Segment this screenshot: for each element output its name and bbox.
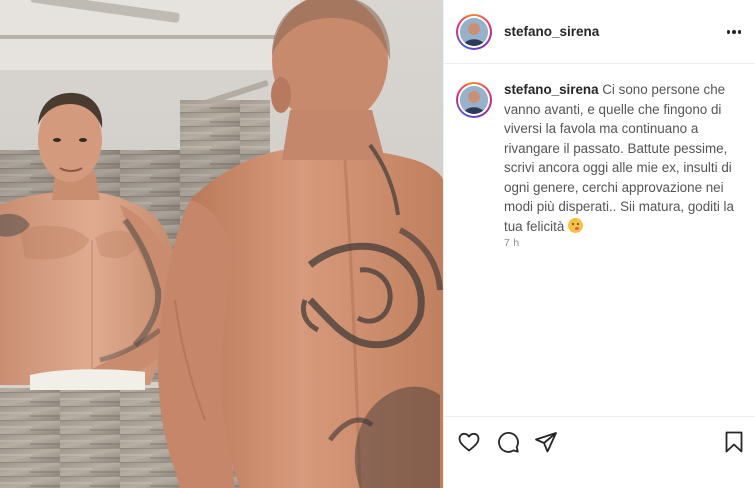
caption-body: stefano_sirena Ci sono persone che vanno… bbox=[504, 80, 746, 236]
post-actions bbox=[444, 416, 755, 488]
comment-icon[interactable] bbox=[495, 429, 521, 455]
header-username[interactable]: stefano_sirena bbox=[504, 24, 599, 39]
post-photo[interactable] bbox=[0, 0, 443, 488]
post-header: stefano_sirena bbox=[444, 0, 755, 64]
send-icon[interactable] bbox=[533, 429, 559, 455]
avatar-gap bbox=[458, 15, 490, 48]
post-side-panel: stefano_sirena stefano_sirena Ci sono pe… bbox=[443, 0, 755, 488]
smiling-face-emoji-icon bbox=[568, 217, 584, 233]
story-ring[interactable] bbox=[456, 13, 492, 50]
avatar bbox=[460, 17, 488, 46]
post-timestamp[interactable]: 7 h bbox=[504, 237, 520, 249]
post-image bbox=[0, 0, 443, 488]
caption-username[interactable]: stefano_sirena bbox=[504, 82, 599, 97]
caption-text: Ci sono persone che vanno avanti, e quel… bbox=[504, 82, 734, 234]
more-options-icon[interactable] bbox=[724, 24, 744, 40]
caption-story-ring[interactable] bbox=[456, 82, 492, 118]
caption-avatar bbox=[460, 86, 488, 114]
bookmark-icon[interactable] bbox=[721, 429, 747, 455]
caption: stefano_sirena Ci sono persone che vanno… bbox=[456, 80, 746, 236]
caption-avatar-gap bbox=[458, 84, 490, 116]
heart-icon[interactable] bbox=[456, 429, 482, 455]
